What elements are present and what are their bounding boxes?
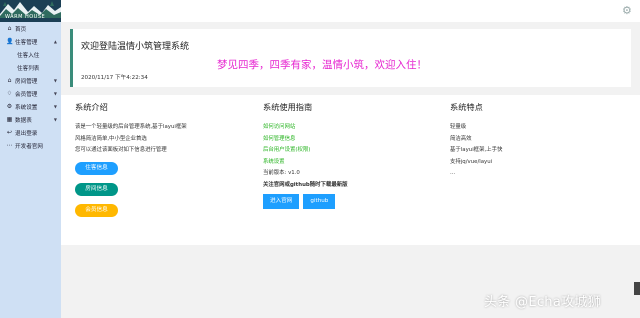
sidebar-item-home[interactable]: ⌂ 首页	[0, 22, 61, 35]
sidebar: WARM HOUSE ⌂ 首页 👤 住客管理 ▲ 住客入住 住客列表 ⌂ 房间管…	[0, 0, 61, 318]
gear-icon[interactable]: ⚙	[622, 5, 633, 16]
guest-info-button[interactable]: 住客信息	[75, 161, 118, 175]
sidebar-nav: ⌂ 首页 👤 住客管理 ▲ 住客入住 住客列表 ⌂ 房间管理 ▼ ♢ 会员管理 …	[0, 22, 61, 152]
welcome-time: 2020/11/17 下午4:22:34	[81, 75, 148, 81]
sidebar-item-label: 会员管理	[15, 91, 38, 98]
sidebar-item-label: 退出登录	[15, 130, 38, 137]
welcome-title: 欢迎登陆温情小筑管理系统	[81, 42, 190, 52]
top-header: ⚙	[61, 0, 640, 22]
chevron-up-icon: ▲	[53, 39, 57, 44]
room-info-button[interactable]: 房间信息	[75, 182, 118, 196]
sidebar-item-label: 房间管理	[15, 78, 38, 85]
watermark: 头条 @Echa攻城狮	[484, 295, 601, 310]
code-icon: ⋯	[6, 142, 13, 149]
guide-section: 系统使用指南 如何访问网站 如何管理信息 后台用户设置(权限) 系统设置 当前版…	[263, 101, 348, 209]
sidebar-item-label: 首页	[15, 26, 27, 33]
chevron-down-icon: ▼	[53, 78, 57, 83]
chevron-down-icon: ▼	[53, 104, 57, 109]
guide-link[interactable]: 如何访问网站	[263, 122, 348, 134]
sidebar-item-guests[interactable]: 👤 住客管理 ▲	[0, 35, 61, 48]
member-info-button[interactable]: 会员信息	[75, 203, 118, 217]
sidebar-subitem-guest-list[interactable]: 住客列表	[0, 61, 61, 74]
sidebar-item-label: 住客管理	[15, 39, 38, 46]
user-icon: 👤	[6, 38, 14, 45]
intro-line: 风格简洁简单,中小型企业首选	[75, 135, 147, 142]
gear-icon: ⚙	[6, 103, 13, 110]
official-site-button[interactable]: 进入官网	[263, 194, 300, 209]
guide-title: 系统使用指南	[263, 102, 313, 112]
chevron-down-icon: ▼	[53, 91, 57, 96]
features-section: 系统特点 轻量级 简洁高效 基于layui框架,上手快 支持jq/vue/lay…	[450, 101, 502, 180]
scrollbar-thumb[interactable]	[634, 282, 640, 295]
intro-line: 您可以通过该面板对如下信息进行管理	[75, 147, 167, 153]
logout-icon: ↩	[6, 129, 13, 136]
welcome-card: 欢迎登陆温情小筑管理系统 梦见四季，四季有家，温情小筑，欢迎入住！ 2020/1…	[70, 29, 631, 87]
sidebar-item-label: 开发者官网	[15, 143, 43, 150]
sidebar-item-rooms[interactable]: ⌂ 房间管理 ▼	[0, 74, 61, 87]
feature-item: 基于layui框架,上手快	[450, 147, 503, 153]
home-icon: ⌂	[7, 25, 12, 32]
sidebar-subitem-label: 住客入住	[17, 52, 40, 59]
chevron-down-icon: ▼	[53, 117, 57, 122]
intro-line: 该是一个轻量级的后台管理系统,基于layui框架	[75, 124, 187, 130]
intro-section: 系统介绍 该是一个轻量级的后台管理系统,基于layui框架 风格简洁简单,中小型…	[75, 101, 187, 225]
sidebar-item-members[interactable]: ♢ 会员管理 ▼	[0, 87, 61, 100]
sidebar-item-developer-site[interactable]: ⋯ 开发者官网	[0, 139, 61, 152]
guide-link[interactable]: 系统设置	[263, 157, 348, 169]
sidebar-item-logout[interactable]: ↩ 退出登录	[0, 126, 61, 139]
sidebar-item-label: 数据表	[15, 117, 32, 124]
sidebar-item-datatable[interactable]: ▦ 数据表 ▼	[0, 113, 61, 126]
sidebar-item-label: 系统设置	[15, 104, 38, 111]
version-text: 当前版本: v1.0	[263, 170, 300, 176]
features-title: 系统特点	[450, 102, 483, 112]
github-button[interactable]: github	[303, 194, 336, 209]
info-panel: 系统介绍 该是一个轻量级的后台管理系统,基于layui框架 风格简洁简单,中小型…	[61, 95, 640, 245]
sidebar-subitem-label: 住客列表	[17, 65, 40, 72]
guide-link[interactable]: 后台用户设置(权限)	[263, 145, 348, 157]
logo-text: WARM HOUSE	[5, 14, 46, 20]
logo[interactable]: WARM HOUSE	[0, 0, 61, 22]
feature-item: ...	[450, 170, 456, 176]
home-icon: ⌂	[7, 77, 12, 84]
guide-link[interactable]: 如何管理信息	[263, 134, 348, 146]
github-notice: 关注官网或github随时下载最新版	[263, 181, 348, 188]
diamond-icon: ♢	[6, 90, 13, 97]
sidebar-subitem-checkin[interactable]: 住客入住	[0, 48, 61, 61]
feature-item: 支持jq/vue/layui	[450, 158, 493, 165]
sidebar-item-settings[interactable]: ⚙ 系统设置 ▼	[0, 100, 61, 113]
feature-item: 简洁高效	[450, 135, 472, 142]
feature-item: 轻量级	[450, 124, 467, 130]
welcome-poem: 梦见四季，四季有家，温情小筑，欢迎入住！	[217, 59, 427, 71]
main-content: 欢迎登陆温情小筑管理系统 梦见四季，四季有家，温情小筑，欢迎入住！ 2020/1…	[61, 22, 640, 318]
intro-title: 系统介绍	[75, 102, 108, 112]
table-icon: ▦	[6, 116, 13, 123]
